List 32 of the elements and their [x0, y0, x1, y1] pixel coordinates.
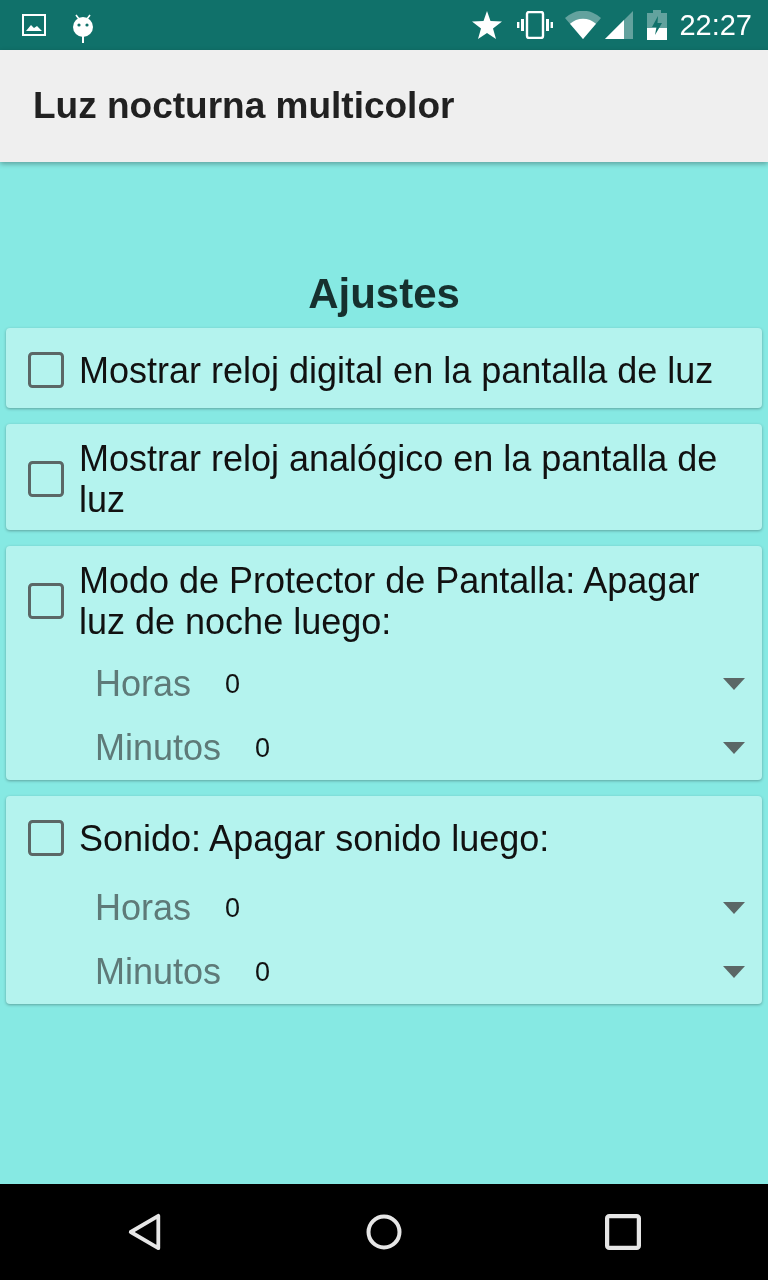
caret-icon	[723, 902, 745, 914]
spinner-label: Horas	[95, 663, 192, 705]
spinner-label: Minutos	[95, 727, 222, 769]
dropdown[interactable]: 0	[225, 876, 745, 940]
home-icon[interactable]	[366, 1213, 402, 1251]
spinner-label: Minutos	[95, 951, 222, 993]
setting-label[interactable]: Mostrar reloj digital en la pantalla de luz	[79, 349, 714, 391]
signal-icon	[605, 11, 634, 39]
caret-icon	[723, 678, 745, 690]
checkbox[interactable]	[28, 352, 64, 388]
vibrate-icon	[517, 11, 554, 39]
status-time: 22:27	[679, 9, 752, 41]
wifi-icon	[565, 11, 602, 39]
battery-charging-icon	[647, 10, 668, 40]
app-title: Luz nocturna multicolor	[33, 85, 455, 127]
caret-icon	[723, 966, 745, 978]
star-icon	[472, 11, 503, 39]
setting-label[interactable]: Mostrar reloj analógico en la pantalla de luz	[79, 438, 745, 520]
checkbox[interactable]	[28, 820, 64, 856]
setting-label[interactable]: Sonido: Apagar sonido luego:	[79, 817, 550, 859]
image-icon	[22, 14, 46, 36]
dropdown[interactable]: 0	[255, 940, 745, 1004]
dropdown[interactable]: 0	[255, 716, 745, 780]
checkbox[interactable]	[28, 461, 64, 497]
recents-icon[interactable]	[604, 1213, 641, 1251]
settings-heading: Ajustes	[307, 270, 461, 318]
caret-icon	[723, 742, 745, 754]
spinner-label: Horas	[95, 887, 192, 929]
dropdown[interactable]: 0	[225, 652, 745, 716]
android-icon	[72, 13, 94, 43]
checkbox[interactable]	[28, 583, 64, 619]
setting-label[interactable]: Modo de Protector de Pantalla: Apagar luz de noche luego:	[79, 560, 745, 642]
